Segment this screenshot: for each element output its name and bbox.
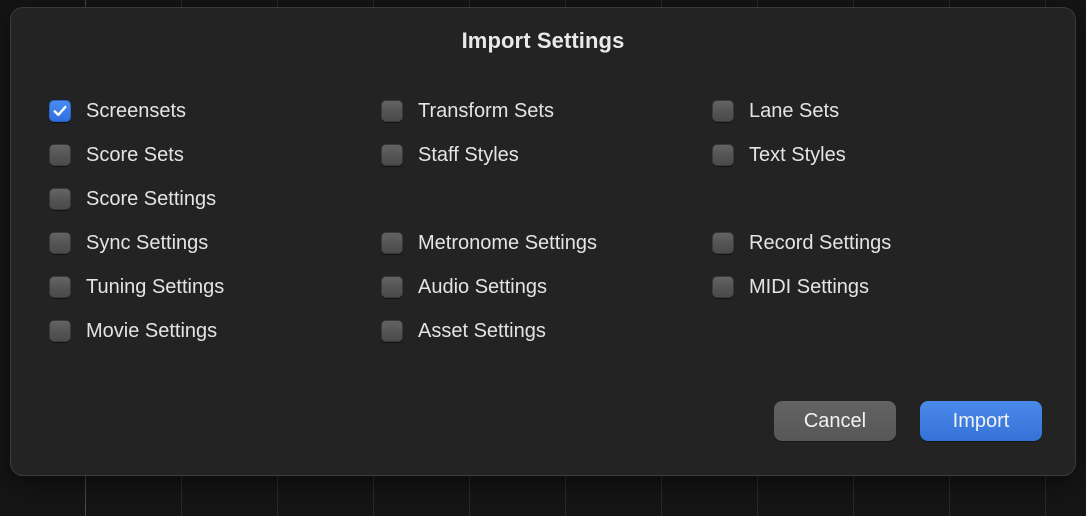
checkbox-unchecked-icon[interactable] xyxy=(381,100,403,122)
import-option-label: Audio Settings xyxy=(418,276,547,298)
checkbox-unchecked-icon[interactable] xyxy=(712,232,734,254)
checkbox-unchecked-icon[interactable] xyxy=(381,144,403,166)
import-option-row[interactable]: Asset Settings xyxy=(381,309,597,353)
import-option-label: Metronome Settings xyxy=(418,232,597,254)
checkbox-unchecked-icon[interactable] xyxy=(712,144,734,166)
checkbox-unchecked-icon[interactable] xyxy=(49,188,71,210)
checkbox-checked-icon[interactable] xyxy=(49,100,71,122)
import-option-row[interactable]: MIDI Settings xyxy=(712,265,891,309)
import-option-row[interactable]: Record Settings xyxy=(712,221,891,265)
checkbox-unchecked-icon[interactable] xyxy=(381,320,403,342)
import-option-row[interactable]: Audio Settings xyxy=(381,265,597,309)
page-title: Import Settings xyxy=(461,28,625,53)
import-option-label: Movie Settings xyxy=(86,320,218,342)
checkbox-unchecked-icon[interactable] xyxy=(381,232,403,254)
checkbox-unchecked-icon[interactable] xyxy=(712,276,734,298)
import-option-label: MIDI Settings xyxy=(749,276,870,298)
import-option-row[interactable]: Lane Sets xyxy=(712,89,891,133)
import-option-label: Transform Sets xyxy=(418,100,554,122)
import-options-column-1: Screensets Score Sets Score Settings Sync S… xyxy=(49,89,224,353)
checkbox-unchecked-icon[interactable] xyxy=(49,144,71,166)
cancel-button[interactable]: Cancel xyxy=(774,401,896,441)
import-option-row[interactable]: Staff Styles xyxy=(381,133,597,177)
import-option-label: Staff Styles xyxy=(418,144,519,166)
import-option-label: Asset Settings xyxy=(418,320,546,342)
import-option-row-empty xyxy=(381,177,597,221)
checkbox-unchecked-icon[interactable] xyxy=(49,276,71,298)
import-option-row[interactable]: Score Sets xyxy=(49,133,224,177)
import-option-label: Score Settings xyxy=(86,188,217,210)
import-option-row[interactable]: Transform Sets xyxy=(381,89,597,133)
checkbox-unchecked-icon[interactable] xyxy=(49,232,71,254)
import-option-row[interactable]: Sync Settings xyxy=(49,221,224,265)
import-option-label: Tuning Settings xyxy=(86,276,225,298)
import-option-row[interactable]: Metronome Settings xyxy=(381,221,597,265)
import-option-row-empty xyxy=(712,177,891,221)
dialog-button-bar: Cancel Import xyxy=(774,401,1042,441)
import-option-label: Screensets xyxy=(86,100,187,122)
import-option-row-empty xyxy=(712,309,891,353)
import-option-label: Record Settings xyxy=(749,232,892,254)
import-settings-dialog: Import Settings Screensets Score Sets Scor… xyxy=(10,7,1076,476)
import-option-label: Lane Sets xyxy=(749,100,840,122)
import-option-row[interactable]: Movie Settings xyxy=(49,309,224,353)
import-option-label: Score Sets xyxy=(86,144,184,166)
checkbox-unchecked-icon[interactable] xyxy=(49,320,71,342)
import-option-label: Text Styles xyxy=(749,144,846,166)
import-options-column-2: Transform Sets Staff Styles Metronome Sett… xyxy=(381,89,597,353)
import-option-row[interactable]: Tuning Settings xyxy=(49,265,224,309)
import-button[interactable]: Import xyxy=(920,401,1042,441)
import-option-row[interactable]: Text Styles xyxy=(712,133,891,177)
checkbox-unchecked-icon[interactable] xyxy=(381,276,403,298)
checkbox-unchecked-icon[interactable] xyxy=(712,100,734,122)
import-option-row[interactable]: Score Settings xyxy=(49,177,224,221)
import-option-row[interactable]: Screensets xyxy=(49,89,224,133)
import-option-label: Sync Settings xyxy=(86,232,209,254)
import-options-column-3: Lane Sets Text Styles Record Settings MIDI … xyxy=(712,89,891,353)
